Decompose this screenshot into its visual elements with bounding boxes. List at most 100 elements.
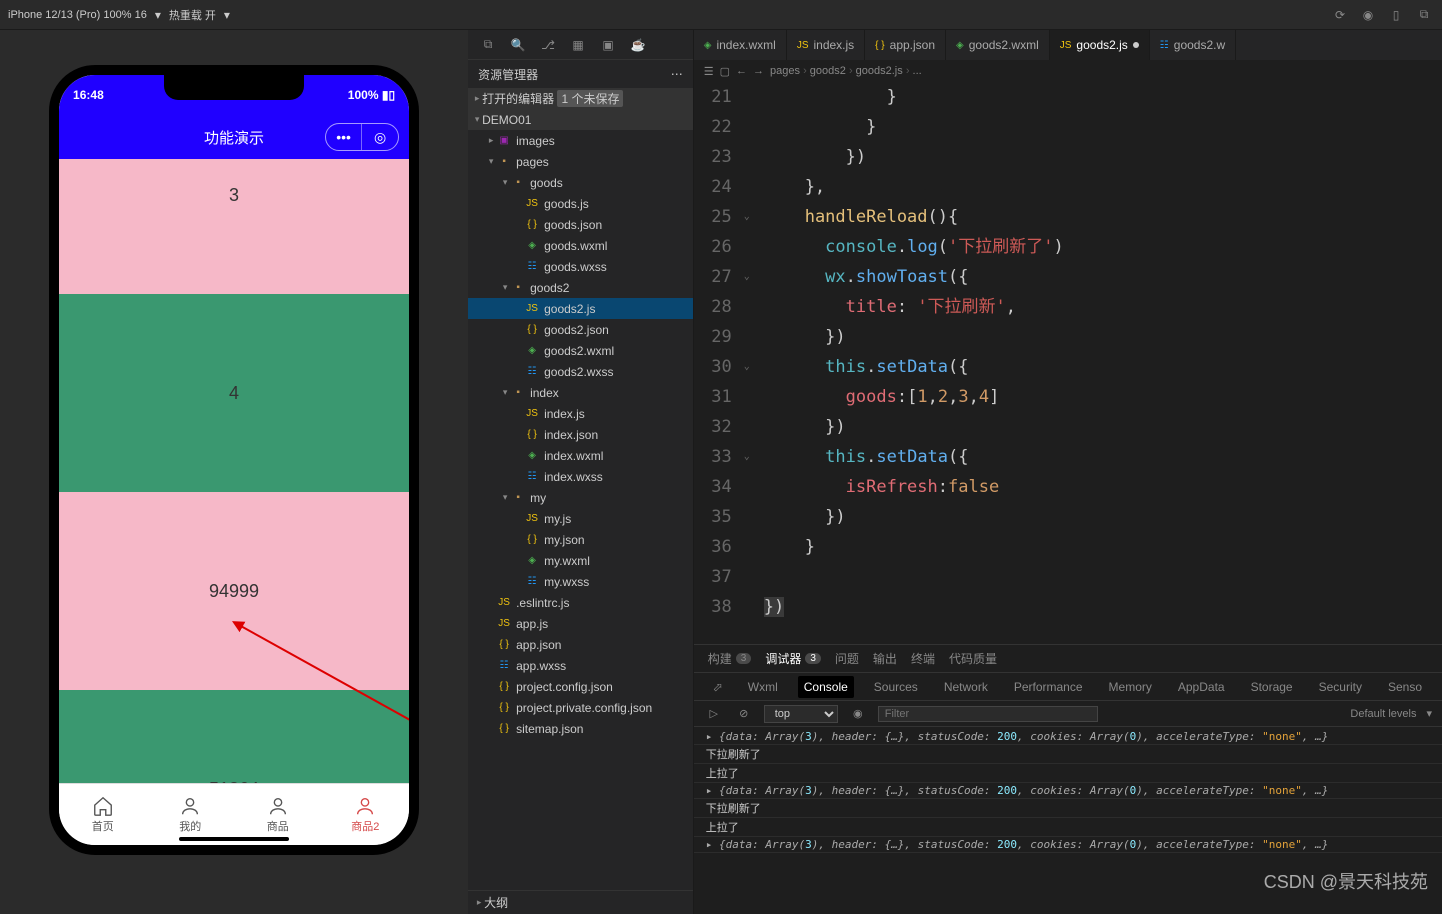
tab-home[interactable]: 首页: [59, 784, 147, 845]
capsule-target-icon[interactable]: ◎: [362, 124, 398, 150]
tree-item[interactable]: ☷app.wxss: [468, 655, 693, 676]
phone-icon[interactable]: ▯: [1386, 5, 1406, 25]
branch-icon[interactable]: ⎇: [538, 35, 558, 55]
tree-item[interactable]: JSindex.js: [468, 403, 693, 424]
goods-item[interactable]: 4: [59, 294, 409, 492]
ext2-icon[interactable]: ▣: [598, 35, 618, 55]
windows-icon[interactable]: ⧉: [1414, 5, 1434, 25]
tree-item[interactable]: ☷goods.wxss: [468, 256, 693, 277]
tree-item[interactable]: { }app.json: [468, 634, 693, 655]
simulator-panel: 16:48 100% ▮▯ 功能演示 ••• ◎ 349499951864 首页…: [0, 30, 468, 914]
devtool-tab[interactable]: Console: [798, 676, 854, 698]
tree-item[interactable]: { }goods.json: [468, 214, 693, 235]
tree-item[interactable]: ▾▪goods: [468, 172, 693, 193]
editor-tab[interactable]: ◈goods2.wxml: [946, 30, 1050, 60]
explorer-panel: ⧉ 🔍 ⎇ ▦ ▣ ☕ 资源管理器 ⋯ ▸ 打开的编辑器 1 个未保存 ▾ DE…: [468, 30, 694, 914]
ext1-icon[interactable]: ▦: [568, 35, 588, 55]
tree-item[interactable]: { }project.config.json: [468, 676, 693, 697]
console-log[interactable]: ▸ {data: Array(3), header: {…}, statusCo…: [694, 727, 1442, 914]
refresh-icon[interactable]: ⟳: [1330, 5, 1350, 25]
tree-item[interactable]: ☷my.wxss: [468, 571, 693, 592]
bottom-tab[interactable]: 调试器 3: [765, 650, 821, 667]
tree-item[interactable]: { }index.json: [468, 424, 693, 445]
editor-tab[interactable]: { }app.json: [865, 30, 946, 60]
more-icon[interactable]: ⋯: [671, 67, 683, 81]
files-icon[interactable]: ⧉: [478, 35, 498, 55]
bottom-tab[interactable]: 问题: [835, 650, 859, 667]
devtool-tab[interactable]: Sources: [868, 676, 924, 698]
context-select[interactable]: top: [764, 705, 838, 723]
devtool-tab[interactable]: Senso: [1382, 676, 1428, 698]
editor-tab[interactable]: JSgoods2.js: [1050, 30, 1150, 60]
eye-icon[interactable]: ◉: [848, 704, 868, 724]
topbar: iPhone 12/13 (Pro) 100% 16 ▾ 热重载 开 ▾ ⟳ ◉…: [0, 0, 1442, 30]
goods-item[interactable]: 94999: [59, 492, 409, 690]
capsule-menu-icon[interactable]: •••: [326, 124, 362, 150]
tree-item[interactable]: JSmy.js: [468, 508, 693, 529]
breadcrumb[interactable]: ☰ ▢ ← → pages › goods2 › goods2.js › ...: [694, 60, 1442, 82]
tree-item[interactable]: { }project.private.config.json: [468, 697, 693, 718]
devtool-tab[interactable]: AppData: [1172, 676, 1231, 698]
devtool-tab[interactable]: Wxml: [742, 676, 784, 698]
tree-item[interactable]: JS.eslintrc.js: [468, 592, 693, 613]
tree-item[interactable]: JSgoods2.js: [468, 298, 693, 319]
phone-tabbar: 首页我的商品商品2: [59, 783, 409, 845]
project-header[interactable]: ▾ DEMO01: [468, 109, 693, 130]
code-editor[interactable]: 212223242526272829303132333435363738 ⌄⌄⌄…: [694, 82, 1442, 644]
dot-icon[interactable]: ◉: [1358, 5, 1378, 25]
device-label[interactable]: iPhone 12/13 (Pro) 100% 16: [8, 9, 147, 21]
goods-item[interactable]: 3: [59, 159, 409, 294]
filter-input[interactable]: [878, 706, 1098, 722]
tree-item[interactable]: JSgoods.js: [468, 193, 693, 214]
tree-item[interactable]: ◈my.wxml: [468, 550, 693, 571]
bookmark-icon[interactable]: ▢: [720, 65, 730, 78]
tree-item[interactable]: { }my.json: [468, 529, 693, 550]
editor-tab[interactable]: JSindex.js: [787, 30, 865, 60]
inspect-icon[interactable]: ⬀: [708, 677, 728, 697]
bottom-tab[interactable]: 输出: [873, 650, 897, 667]
bottom-tab[interactable]: 终端: [911, 650, 935, 667]
phone-navbar: 功能演示 ••• ◎: [59, 115, 409, 159]
tree-item[interactable]: { }goods2.json: [468, 319, 693, 340]
devtool-tab[interactable]: Performance: [1008, 676, 1089, 698]
phone-body[interactable]: 349499951864: [59, 159, 409, 783]
devtool-tab[interactable]: Memory: [1103, 676, 1158, 698]
capsule[interactable]: ••• ◎: [325, 123, 399, 151]
fwd-icon[interactable]: →: [753, 65, 764, 77]
tree-item[interactable]: ◈goods2.wxml: [468, 340, 693, 361]
tree-item[interactable]: ◈goods.wxml: [468, 235, 693, 256]
tree-item[interactable]: ◈index.wxml: [468, 445, 693, 466]
tree-item[interactable]: ☷index.wxss: [468, 466, 693, 487]
open-editors-header[interactable]: ▸ 打开的编辑器 1 个未保存: [468, 88, 693, 109]
back-icon[interactable]: ←: [736, 65, 747, 77]
ext3-icon[interactable]: ☕: [628, 35, 648, 55]
tree-item[interactable]: JSapp.js: [468, 613, 693, 634]
tab-user[interactable]: 商品2: [322, 784, 410, 845]
outline-header[interactable]: ▸ 大纲: [468, 890, 693, 914]
tree-item[interactable]: ▾▪pages: [468, 151, 693, 172]
devtool-tab[interactable]: Storage: [1245, 676, 1299, 698]
hot-reload[interactable]: 热重载 开: [169, 7, 216, 23]
editor-tab[interactable]: ◈index.wxml: [694, 30, 787, 60]
tree-item[interactable]: ▾▪my: [468, 487, 693, 508]
bookmark-icon[interactable]: ☰: [704, 65, 714, 78]
tree-item[interactable]: { }sitemap.json: [468, 718, 693, 739]
search-icon[interactable]: 🔍: [508, 35, 528, 55]
tree-item[interactable]: ▸▣images: [468, 130, 693, 151]
phone-frame: 16:48 100% ▮▯ 功能演示 ••• ◎ 349499951864 首页…: [49, 65, 419, 855]
tree-item[interactable]: ☷goods2.wxss: [468, 361, 693, 382]
goods-item[interactable]: 51864: [59, 690, 409, 783]
tab-user[interactable]: 商品: [234, 784, 322, 845]
devtool-tab[interactable]: Network: [938, 676, 994, 698]
tab-user[interactable]: 我的: [147, 784, 235, 845]
tree-item[interactable]: ▾▪index: [468, 382, 693, 403]
bottom-tab[interactable]: 构建 3: [708, 650, 752, 667]
tree-item[interactable]: ▾▪goods2: [468, 277, 693, 298]
devtool-tab[interactable]: Security: [1313, 676, 1368, 698]
clear-icon[interactable]: ⊘: [734, 704, 754, 724]
editor-tab[interactable]: ☷goods2.w: [1150, 30, 1236, 60]
bottom-panel: 构建 3 调试器 3 问题输出终端代码质量 ⬀ Wxml Console Sources…: [694, 644, 1442, 914]
explorer-title: 资源管理器: [478, 66, 538, 83]
play-icon[interactable]: ▷: [704, 704, 724, 724]
bottom-tab[interactable]: 代码质量: [949, 650, 997, 667]
